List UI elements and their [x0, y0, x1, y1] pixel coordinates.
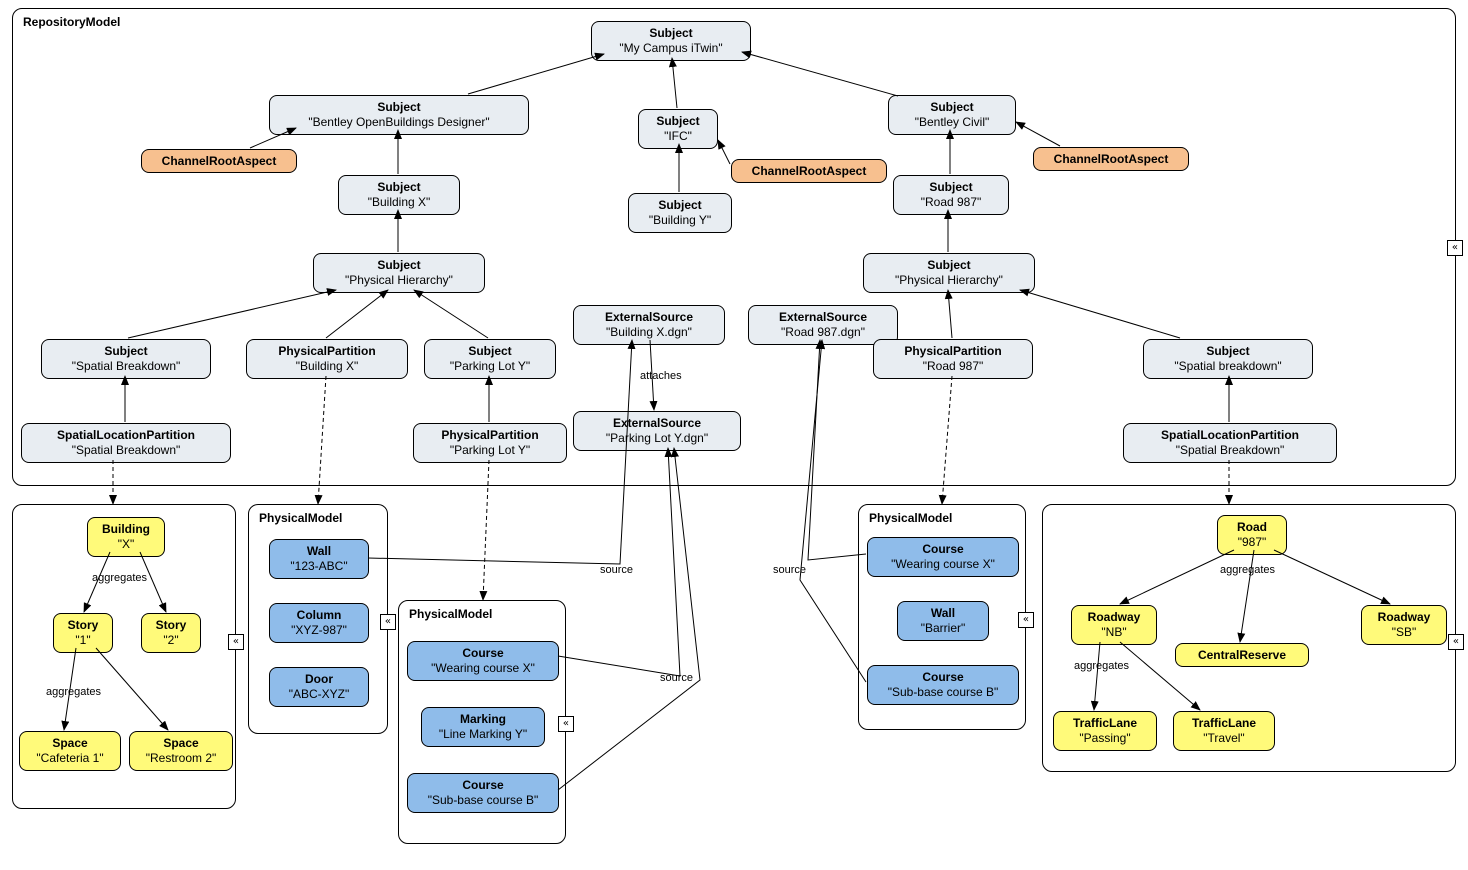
external-source-parking-lot-y: ExternalSource "Parking Lot Y.dgn": [573, 411, 741, 451]
spatial-model-building-container: Building "X" Story "1" Story "2" Space "…: [12, 504, 236, 809]
physical-model-1-title: PhysicalModel: [259, 511, 342, 525]
label-aggregates: aggregates: [46, 686, 101, 698]
spatial-location-partition-1: SpatialLocationPartition "Spatial Breakd…: [21, 423, 231, 463]
spatial-location-partition-2: SpatialLocationPartition "Spatial Breakd…: [1123, 423, 1337, 463]
spatial-model-road-container: Road "987" Roadway "NB" CentralReserve R…: [1042, 504, 1456, 772]
label-source: source: [660, 672, 693, 684]
models-ref-icon: «: [228, 634, 244, 650]
models-ref-icon: «: [558, 716, 574, 732]
roadway-nb: Roadway "NB": [1071, 605, 1157, 645]
course-wearing-x-pm3: Course "Wearing course X": [867, 537, 1019, 577]
channel-root-aspect-civil: ChannelRootAspect: [1033, 147, 1189, 171]
space-cafeteria-1: Space "Cafeteria 1": [19, 731, 121, 771]
story-2: Story "2": [141, 613, 201, 653]
wall-barrier: Wall "Barrier": [897, 601, 989, 641]
central-reserve: CentralReserve: [1175, 643, 1309, 667]
label-aggregates: aggregates: [92, 572, 147, 584]
physical-model-3-container: PhysicalModel Course "Wearing course X" …: [858, 504, 1026, 730]
models-ref-icon: «: [1448, 634, 1464, 650]
column-xyz-987: Column "XYZ-987": [269, 603, 369, 643]
traffic-lane-passing: TrafficLane "Passing": [1053, 711, 1157, 751]
subject-spatial-breakdown-1: Subject "Spatial Breakdown": [41, 339, 211, 379]
subject-building-y: Subject "Building Y": [628, 193, 732, 233]
building-x: Building "X": [87, 517, 165, 557]
space-restroom-2: Space "Restroom 2": [129, 731, 233, 771]
marking-line-y: Marking "Line Marking Y": [421, 707, 545, 747]
door-abc-xyz: Door "ABC-XYZ": [269, 667, 369, 707]
subject-physical-hierarchy-2: Subject "Physical Hierarchy": [863, 253, 1035, 293]
physical-model-2-title: PhysicalModel: [409, 607, 492, 621]
subject-physical-hierarchy-1: Subject "Physical Hierarchy": [313, 253, 485, 293]
models-ref-icon: «: [380, 614, 396, 630]
subject-root: Subject "My Campus iTwin": [591, 21, 751, 61]
subject-civil: Subject "Bentley Civil": [888, 95, 1016, 135]
subject-ifc: Subject "IFC": [638, 109, 718, 149]
traffic-lane-travel: TrafficLane "Travel": [1173, 711, 1275, 751]
label-source: source: [600, 564, 633, 576]
label-attaches: attaches: [640, 370, 682, 382]
subject-spatial-breakdown-2: Subject "Spatial breakdown": [1143, 339, 1313, 379]
course-wearing-x-pm2: Course "Wearing course X": [407, 641, 559, 681]
course-subbase-b-pm3: Course "Sub-base course B": [867, 665, 1019, 705]
physical-model-2-container: PhysicalModel Course "Wearing course X" …: [398, 600, 566, 844]
models-ref-icon: «: [1018, 612, 1034, 628]
label-aggregates: aggregates: [1220, 564, 1275, 576]
physical-partition-road987: PhysicalPartition "Road 987": [873, 339, 1033, 379]
label-aggregates: aggregates: [1074, 660, 1129, 672]
subject-road987: Subject "Road 987": [893, 175, 1009, 215]
repository-model-title: RepositoryModel: [23, 15, 120, 29]
subject-building-x: Subject "Building X": [338, 175, 460, 215]
roadway-sb: Roadway "SB": [1361, 605, 1447, 645]
channel-root-aspect-obd: ChannelRootAspect: [141, 149, 297, 173]
channel-root-aspect-ifc: ChannelRootAspect: [731, 159, 887, 183]
course-subbase-b-pm2: Course "Sub-base course B": [407, 773, 559, 813]
models-ref-icon: «: [1447, 240, 1463, 256]
external-source-road987: ExternalSource "Road 987.dgn": [748, 305, 898, 345]
story-1: Story "1": [53, 613, 113, 653]
physical-model-3-title: PhysicalModel: [869, 511, 952, 525]
subject-parking-lot-y: Subject "Parking Lot Y": [424, 339, 556, 379]
external-source-building-x: ExternalSource "Building X.dgn": [573, 305, 725, 345]
physical-model-1-container: PhysicalModel Wall "123-ABC" Column "XYZ…: [248, 504, 388, 734]
subject-obd: Subject "Bentley OpenBuildings Designer": [269, 95, 529, 135]
physical-partition-building-x: PhysicalPartition "Building X": [246, 339, 408, 379]
road-987: Road "987": [1217, 515, 1287, 555]
physical-partition-parking-lot-y: PhysicalPartition "Parking Lot Y": [413, 423, 567, 463]
label-source: source: [773, 564, 806, 576]
repository-model-container: RepositoryModel Subject "My Campus iTwin…: [12, 8, 1456, 486]
wall-123-abc: Wall "123-ABC": [269, 539, 369, 579]
